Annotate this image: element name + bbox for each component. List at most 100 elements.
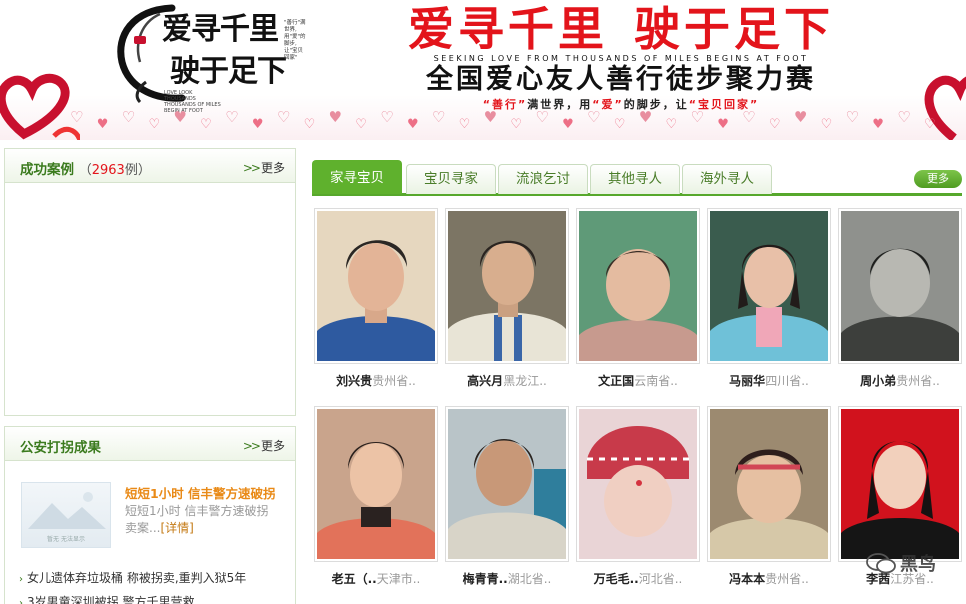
person-photo[interactable] xyxy=(838,208,962,364)
heart-icon: ♡ xyxy=(845,108,859,126)
news-thumbnail[interactable]: 暂无 无法显示 xyxy=(21,482,111,548)
category-tabs: 家寻宝贝 宝贝寻家 流浪乞讨 其他寻人 海外寻人 更多 xyxy=(312,160,962,196)
person-photo[interactable] xyxy=(314,208,438,364)
tabs-more-button[interactable]: 更多 xyxy=(914,170,962,188)
heart-icon: ♥ xyxy=(328,108,342,126)
person-province: 贵州省.. xyxy=(896,374,940,388)
banner-english-title: SEEKING LOVE FROM THOUSANDS OF MILES BEG… xyxy=(433,54,809,63)
news-detail-link[interactable]: [详情] xyxy=(160,521,193,535)
person-caption[interactable]: 老五（..天津市.. xyxy=(314,570,438,587)
person-province: 黑龙江.. xyxy=(503,374,547,388)
portrait-girl-icon xyxy=(710,211,828,361)
person-caption[interactable]: 万毛毛..河北省.. xyxy=(576,570,700,587)
news-list-item[interactable]: › 3岁男童深圳被拐 警方千里营救 xyxy=(19,591,291,604)
person-caption[interactable]: 文正国云南省.. xyxy=(576,372,700,389)
heart-icon: ♡ xyxy=(897,108,911,126)
portrait-child-bw-icon xyxy=(841,211,959,361)
heart-icon: ♥ xyxy=(251,117,264,132)
banner-title-part1: 爱寻千里 xyxy=(408,2,608,56)
heart-icon: ♡ xyxy=(820,117,833,132)
heart-icon: ♥ xyxy=(872,117,884,132)
news-list-text: 3岁男童深圳被拐 警方千里营救 xyxy=(27,595,195,604)
person-province: 贵州省.. xyxy=(765,572,809,586)
banner-subtitle: 全国爱心友人善行徒步聚力赛 xyxy=(426,64,816,95)
person-photo[interactable] xyxy=(445,406,569,562)
more-label: 更多 xyxy=(260,439,285,453)
person-name: 刘兴贵 xyxy=(336,374,373,388)
person-province: 四川省.. xyxy=(765,374,809,388)
portrait-girl-icon xyxy=(317,409,435,559)
person-caption[interactable]: 周小弟贵州省.. xyxy=(838,372,962,389)
heart-icon: ♡ xyxy=(510,117,523,132)
tab-family-seeking-child[interactable]: 家寻宝贝 xyxy=(312,160,402,194)
heart-icon: ♥ xyxy=(562,117,574,132)
police-results-title: 公安打拐成果 xyxy=(20,440,101,456)
person-name: 老五（.. xyxy=(331,572,377,586)
portrait-toddler-icon xyxy=(579,211,697,361)
person-name: 马丽华 xyxy=(729,374,766,388)
heart-icon: ♥ xyxy=(638,108,653,126)
success-cases-header: 成功案例 （2963例） >> 更多 xyxy=(5,149,295,183)
tab-child-seeking-family[interactable]: 宝贝寻家 xyxy=(406,164,496,194)
tab-vagrant-begging[interactable]: 流浪乞讨 xyxy=(498,164,588,194)
person-photo[interactable] xyxy=(707,406,831,562)
person-photo[interactable] xyxy=(445,208,569,364)
person-caption[interactable]: 马丽华四川省.. xyxy=(707,372,831,389)
logo-vertical-text: "善行"满世界,用"爱"的脚步,让"宝贝回家" xyxy=(284,20,306,61)
heart-ribbon-left-icon xyxy=(0,73,80,140)
heart-icon: ♥ xyxy=(793,108,808,126)
person-province: 云南省.. xyxy=(634,374,678,388)
success-cases-more-link[interactable]: >> 更多 xyxy=(243,159,285,176)
heart-icon: ♡ xyxy=(121,108,136,126)
thumbnail-caption: 暂无 无法显示 xyxy=(47,536,85,543)
banner-main-title: 爱寻千里 驶于足下 xyxy=(374,2,868,56)
double-chevron-right-icon: >> xyxy=(242,439,261,453)
image-placeholder-icon xyxy=(28,492,106,529)
portrait-girl-id-photo-icon xyxy=(841,409,959,559)
banner-title-part2: 驶于足下 xyxy=(634,2,834,56)
count-open: （ xyxy=(78,163,92,178)
heart-icon: ♥ xyxy=(173,108,187,126)
logo-line1: 爱寻千里 xyxy=(162,12,279,47)
heart-icon: ♡ xyxy=(587,108,601,126)
success-cases-panel: 成功案例 （2963例） >> 更多 xyxy=(4,148,296,416)
news-list-item[interactable]: › 女儿遗体弃垃圾桶 称被拐卖,重判入狱5年 xyxy=(19,567,291,591)
news-feature-summary: 短短1小时 信丰警方速破拐卖案...[详情] xyxy=(125,503,277,537)
person-photo[interactable] xyxy=(838,406,962,562)
header-banner: 爱寻千里 驶于足下 "善行"满世界,用"爱"的脚步,让"宝贝回家" LOVE L… xyxy=(0,0,966,140)
success-count-number: 2963 xyxy=(91,163,125,178)
heart-icon: ♡ xyxy=(303,117,316,132)
arrow-right-icon: › xyxy=(19,598,23,604)
news-summary-text: 短短1小时 信丰警方速破拐卖案... xyxy=(125,504,269,535)
logo-line2: 驶于足下 xyxy=(170,54,287,89)
page: 爱寻千里 驶于足下 "善行"满世界,用"爱"的脚步,让"宝贝回家" LOVE L… xyxy=(0,0,966,604)
person-name: 周小弟 xyxy=(860,374,897,388)
heart-icon: ♡ xyxy=(380,108,394,126)
tab-overseas-missing[interactable]: 海外寻人 xyxy=(682,164,772,194)
heart-icon: ♥ xyxy=(717,117,729,132)
arrow-right-icon: › xyxy=(19,574,23,585)
heart-icon: ♡ xyxy=(924,117,936,132)
heart-icon: ♡ xyxy=(690,108,704,126)
tab-other-missing[interactable]: 其他寻人 xyxy=(590,164,680,194)
person-photo[interactable] xyxy=(707,208,831,364)
person-caption[interactable]: 刘兴贵贵州省.. xyxy=(314,372,438,389)
person-photo[interactable] xyxy=(576,208,700,364)
heart-icon: ♡ xyxy=(70,108,84,126)
portrait-boy-uniform-icon xyxy=(448,211,566,361)
news-feature-title[interactable]: 短短1小时 信丰警方速破拐 xyxy=(125,483,276,502)
police-results-more-link[interactable]: >> 更多 xyxy=(243,437,285,454)
person-caption[interactable]: 梅青青..湖北省.. xyxy=(445,570,569,587)
heart-icon: ♡ xyxy=(613,117,626,132)
count-close: 例） xyxy=(124,163,151,178)
logo-seal xyxy=(134,36,146,44)
person-caption[interactable]: 高兴月黑龙江.. xyxy=(445,372,569,389)
news-list-text: 女儿遗体弃垃圾桶 称被拐卖,重判入狱5年 xyxy=(27,571,247,585)
more-label: 更多 xyxy=(260,161,285,175)
person-photo[interactable] xyxy=(576,406,700,562)
watermark: 黑鸟 xyxy=(866,550,936,576)
person-caption[interactable]: 冯本本贵州省.. xyxy=(707,570,831,587)
person-photo[interactable] xyxy=(314,406,438,562)
heart-icon: ♡ xyxy=(148,117,161,132)
person-province: 湖北省.. xyxy=(507,572,552,586)
